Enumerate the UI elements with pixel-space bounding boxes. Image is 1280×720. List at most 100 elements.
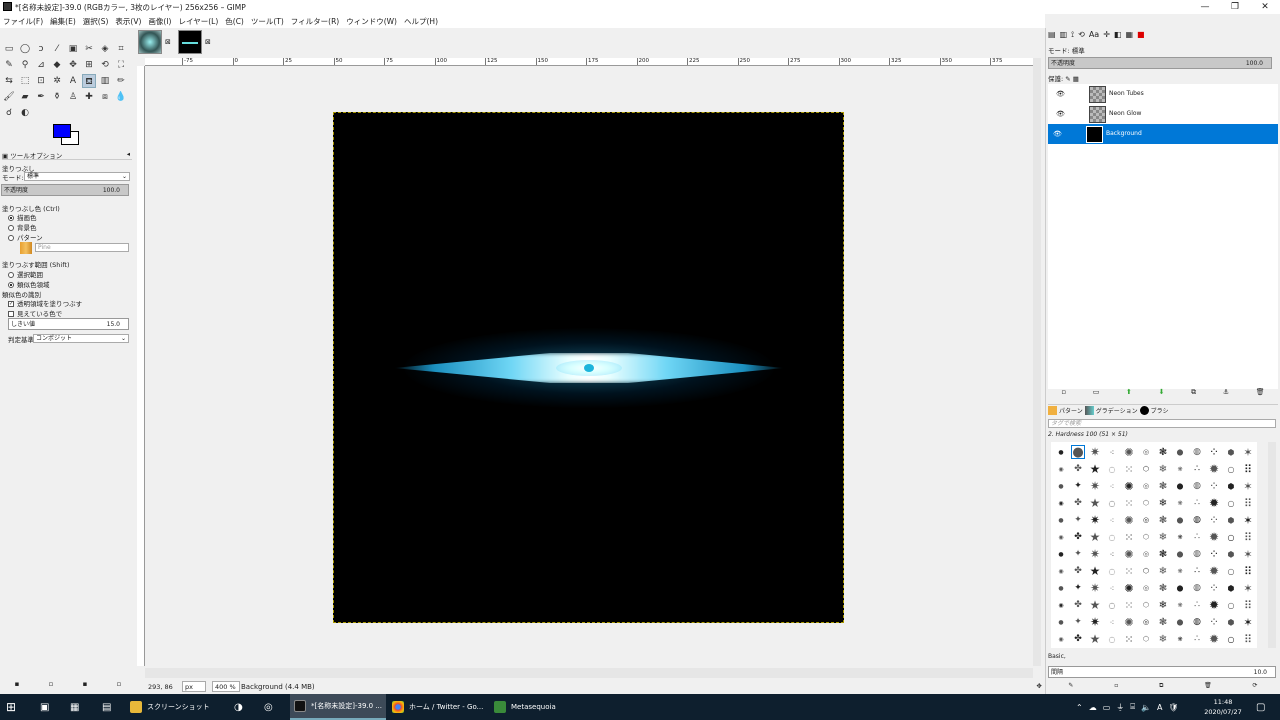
brush-thumb[interactable]: ✶ [1241, 581, 1255, 595]
lock-pixels-icon[interactable]: ✎ [1065, 75, 1073, 83]
brush-thumb[interactable]: ⁘ [1207, 479, 1221, 493]
layer-opacity-slider[interactable]: 不透明度 100.0 [1048, 57, 1272, 69]
navigate-icon[interactable]: ✥ [1037, 682, 1042, 690]
brush-thumb[interactable]: ❋ [1173, 632, 1187, 646]
start-button[interactable]: ⊞ [6, 694, 16, 720]
lock-alpha-icon[interactable]: ▦ [1073, 75, 1079, 83]
brush-thumb[interactable]: ✺ [1122, 547, 1136, 561]
brush-thumb[interactable]: ✷ [1088, 615, 1102, 629]
brush-thumb[interactable]: ◉ [1054, 530, 1068, 544]
brush-thumb[interactable]: ✺ [1122, 445, 1136, 459]
brush-thumb[interactable]: ⬡ [1139, 598, 1153, 612]
brush-thumb[interactable]: ⁖ [1105, 479, 1119, 493]
brush-thumb[interactable]: ⁘ [1207, 581, 1221, 595]
move-icon[interactable]: ✥ [66, 58, 80, 72]
menu-file[interactable]: ファイル(F) [3, 16, 43, 27]
menu-layer[interactable]: レイヤー(L) [178, 16, 218, 27]
unified-transform-icon[interactable]: ⛶ [114, 58, 128, 72]
menu-filters[interactable]: フィルター(R) [291, 16, 339, 27]
notifications-icon[interactable]: ▢ [1256, 694, 1265, 720]
brush-thumb[interactable]: ❄ [1156, 632, 1170, 646]
zoom-dropdown[interactable]: 400 % [212, 681, 240, 692]
paintbrush-icon[interactable]: 🖌 [2, 90, 16, 104]
network-icon[interactable]: ⌸ [1130, 702, 1135, 712]
brush-thumb[interactable]: ⬢ [1224, 581, 1238, 595]
brush-thumb[interactable]: ⁘ [1207, 445, 1221, 459]
undo-tab-icon[interactable]: ⟲ [1078, 30, 1085, 42]
brush-thumb[interactable]: ⠿ [1241, 496, 1255, 510]
brush-thumb[interactable]: ⁖ [1105, 615, 1119, 629]
brush-thumb[interactable]: ★ [1088, 462, 1102, 476]
brush-thumb[interactable]: ⠿ [1241, 598, 1255, 612]
brush-thumb[interactable]: ◍ [1190, 547, 1204, 561]
heal-icon[interactable]: ✚ [82, 90, 96, 104]
brush-thumb[interactable]: ● [1054, 547, 1068, 561]
tray-chevron-icon[interactable]: ⌃ [1076, 703, 1083, 712]
brush-thumb[interactable]: ✤ [1071, 632, 1085, 646]
perspective-clone-icon[interactable]: ⧈ [98, 90, 112, 104]
radio-selection[interactable]: 選択範囲 [8, 269, 43, 279]
histogram-tab-icon[interactable]: ▦ [1125, 30, 1133, 42]
brush-thumb[interactable]: ✹ [1207, 530, 1221, 544]
brush-thumb[interactable]: ◎ [1139, 445, 1153, 459]
brush-thumb[interactable]: ★ [1088, 564, 1102, 578]
menu-select[interactable]: 選択(S) [83, 16, 109, 27]
brush-thumb[interactable]: ∴ [1190, 462, 1204, 476]
smudge-icon[interactable]: ☌ [2, 106, 16, 120]
brush-thumb[interactable]: ◉ [1054, 598, 1068, 612]
pointer-tab-icon[interactable]: ✛ [1103, 30, 1110, 42]
text-tab-icon[interactable]: Aa [1089, 30, 1099, 42]
brush-thumb[interactable]: ⬤ [1173, 513, 1187, 527]
duplicate-brush-icon[interactable]: ⧉ [1159, 682, 1163, 692]
tag-filter-input[interactable]: タグで検索 [1048, 419, 1276, 428]
brush-thumb[interactable]: ∴ [1190, 530, 1204, 544]
ellipse-select-icon[interactable]: ◯ [18, 42, 32, 56]
layer-row-background[interactable]: 👁 Background [1048, 124, 1278, 144]
brush-thumb[interactable]: ✦ [1071, 581, 1085, 595]
brush-thumb[interactable]: ⬤ [1173, 615, 1187, 629]
color-picker-icon[interactable]: ◆ [50, 58, 64, 72]
brush-thumb[interactable]: ❋ [1173, 598, 1187, 612]
brush-thumb[interactable]: ✷ [1088, 547, 1102, 561]
eraser-icon[interactable]: ▰ [18, 90, 32, 104]
brush-thumb[interactable]: ✦ [1071, 479, 1085, 493]
foreground-color-swatch-front[interactable] [53, 124, 71, 138]
menu-color[interactable]: 色(C) [225, 16, 244, 27]
fuzzy-select-icon[interactable]: ⁄ [50, 42, 64, 56]
brush-thumb[interactable]: ❄ [1156, 496, 1170, 510]
cage-icon[interactable]: ⊡ [34, 74, 48, 88]
taskbar-item-chrome[interactable]: ホーム / Twitter - Go... [392, 694, 488, 720]
taskview-icon[interactable]: ▣ [40, 694, 49, 720]
brush-thumb[interactable]: ● [1054, 479, 1068, 493]
dodge-burn-icon[interactable]: ◐ [18, 106, 32, 120]
gradient-icon[interactable]: ▥ [98, 74, 112, 88]
paths-tab-icon[interactable]: ⟟ [1071, 30, 1074, 42]
eye-icon[interactable]: 👁 [1056, 104, 1065, 124]
brush-thumb[interactable]: ✹ [1207, 462, 1221, 476]
security-icon[interactable]: 🛡 [1169, 703, 1179, 712]
brush-grid[interactable]: ● ● ✷ ⁖ ✺ ◎ ❃ ⬤ ◍ ⁘ ⬢ ✶ ◉ ✤ ★ ◌ ⁙ ⬡ ❄ ❋ ∴ ✹ ○ ⠿ ● ✦ ✷ ⁖ ✺ ◎ ❃ ⬤ ◍ ⁘ ⬢ ✶ ◉ ✤ ★ ◌… [1051, 442, 1257, 648]
brush-thumb[interactable]: ◎ [1139, 513, 1153, 527]
brush-thumb[interactable]: ○ [1224, 496, 1238, 510]
taskbar-item-gimp[interactable]: *[名称未設定]-39.0 ... [290, 694, 386, 720]
brush-thumb[interactable]: ✦ [1071, 513, 1085, 527]
menu-windows[interactable]: ウィンドウ(W) [346, 16, 397, 27]
brush-thumb[interactable]: ✦ [1071, 547, 1085, 561]
transform-icon[interactable]: ⟲ [98, 58, 112, 72]
brush-thumb[interactable]: ⁙ [1122, 632, 1136, 646]
brush-thumb[interactable]: ◉ [1054, 496, 1068, 510]
brush-thumb[interactable]: ✹ [1207, 632, 1221, 646]
radio-similar[interactable]: 類似色領域 [8, 279, 50, 289]
scissors-icon[interactable]: ✂ [82, 42, 96, 56]
brush-thumb[interactable]: ❋ [1173, 530, 1187, 544]
patterns-tab[interactable]: パターン [1059, 406, 1083, 415]
menu-image[interactable]: 画像(I) [148, 16, 171, 27]
brush-thumb[interactable]: ✺ [1122, 615, 1136, 629]
taskbar-item-metasequoia[interactable]: Metasequoia [494, 694, 584, 720]
brush-thumb[interactable]: ◍ [1190, 615, 1204, 629]
pattern-name[interactable]: Pine [35, 243, 129, 252]
brush-thumb[interactable]: ✶ [1241, 445, 1255, 459]
brush-thumb[interactable]: ✺ [1122, 479, 1136, 493]
gradients-tab[interactable]: グラデーション [1096, 406, 1138, 415]
brush-thumb[interactable]: ❃ [1156, 513, 1170, 527]
